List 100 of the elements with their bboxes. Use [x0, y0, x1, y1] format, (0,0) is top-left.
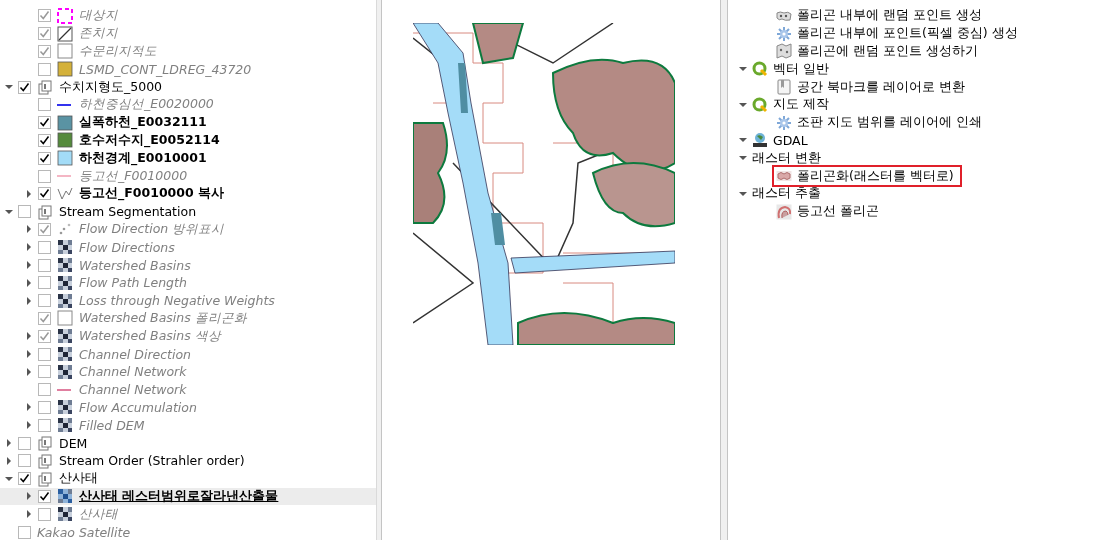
group-name[interactable]: 수치지형도_5000	[59, 78, 163, 96]
layer-name[interactable]: Channel Network	[79, 382, 187, 398]
raster-icon	[57, 257, 73, 274]
layer-name[interactable]: 하천경계_E0010001	[79, 149, 207, 167]
layer-checkbox[interactable]	[38, 365, 51, 379]
layer-name[interactable]: Channel Direction	[79, 346, 192, 362]
group-name[interactable]: Stream Order (Strahler order)	[59, 453, 245, 469]
expand-arrow-icon[interactable]	[24, 188, 34, 199]
layer-name[interactable]: Flow Directions	[79, 239, 175, 255]
expand-arrow-icon[interactable]	[24, 366, 34, 377]
layer-name[interactable]: Watershed Basins	[79, 257, 191, 273]
expand-arrow-icon[interactable]	[24, 331, 34, 342]
raster-icon	[57, 488, 73, 505]
layer-checkbox[interactable]	[38, 169, 51, 183]
layer-checkbox[interactable]	[38, 116, 51, 130]
layer-group-icon	[37, 470, 53, 487]
layer-checkbox[interactable]	[38, 489, 51, 503]
raster-icon	[57, 417, 73, 434]
layer-checkbox[interactable]	[18, 436, 31, 450]
layer-name[interactable]: Channel Network	[79, 364, 187, 380]
expand-arrow-icon[interactable]	[24, 509, 34, 520]
layer-checkbox[interactable]	[38, 418, 51, 432]
layer-checkbox[interactable]	[38, 276, 51, 290]
layer-name[interactable]: 등고선_F0010000	[79, 167, 188, 185]
layer-name[interactable]: 실폭하천_E0032111	[79, 114, 207, 132]
layer-name[interactable]: 산사태	[79, 505, 118, 523]
layer-checkbox[interactable]	[38, 133, 51, 147]
layer-name[interactable]: Kakao Satellite	[37, 524, 131, 540]
layer-name[interactable]: 수문리지적도	[79, 43, 157, 60]
provider-name[interactable]: 벡터 일반	[773, 60, 829, 78]
layer-name[interactable]: Watershed Basins 색상	[79, 327, 221, 345]
line-graph-icon	[57, 185, 73, 202]
layer-checkbox[interactable]	[38, 151, 51, 165]
layer-checkbox[interactable]	[38, 294, 51, 308]
expand-arrow-icon[interactable]	[24, 260, 34, 271]
layer-checkbox[interactable]	[38, 45, 51, 58]
layer-checkbox[interactable]	[38, 9, 51, 23]
layer-checkbox[interactable]	[38, 27, 51, 41]
empty-square-icon	[57, 310, 73, 327]
layer-group-icon	[37, 452, 53, 469]
provider-name[interactable]: 지도 제작	[773, 96, 829, 114]
raster-icon	[57, 346, 73, 363]
group-name[interactable]: Stream Segmentation	[59, 204, 197, 220]
raster-icon	[57, 399, 73, 416]
layer-checkbox[interactable]	[18, 525, 31, 539]
globe-icon	[752, 132, 768, 149]
expand-arrow-icon[interactable]	[24, 420, 34, 431]
polygon-points-icon	[776, 43, 792, 60]
layer-checkbox[interactable]	[18, 80, 31, 94]
layer-name[interactable]: Flow Accumulation	[79, 399, 197, 415]
group-name[interactable]: DEM	[59, 435, 88, 451]
layer-checkbox[interactable]	[18, 472, 31, 486]
layer-checkbox[interactable]	[38, 347, 51, 361]
toolbox-item[interactable]: 등고선 폴리곤	[772, 200, 887, 223]
expand-arrow-icon[interactable]	[4, 438, 14, 448]
layer-name[interactable]: Watershed Basins 폴리곤화	[79, 309, 247, 327]
toolbox-item[interactable]: 조판 지도 범위를 레이어에 인쇄	[772, 111, 990, 134]
expand-arrow-icon[interactable]	[4, 455, 14, 466]
bookmark-icon	[776, 79, 792, 96]
layer-name[interactable]: 대상지	[79, 7, 118, 25]
layer-name[interactable]: LSMD_CONT_LDREG_43720	[79, 61, 252, 77]
layer-checkbox[interactable]	[38, 329, 51, 343]
layer-checkbox[interactable]	[38, 98, 51, 112]
expand-arrow-icon[interactable]	[24, 491, 34, 502]
layer-checkbox[interactable]	[38, 311, 51, 325]
layer-name[interactable]: Flow Direction 방위표시	[79, 220, 225, 238]
expand-arrow-icon[interactable]	[24, 295, 34, 306]
expand-arrow-icon[interactable]	[24, 277, 34, 288]
layer-name[interactable]: 존치지	[79, 25, 118, 43]
layer-name[interactable]: Loss through Negative Weights	[79, 293, 275, 309]
provider-name[interactable]: GDAL	[773, 132, 808, 148]
layer-name[interactable]: 하천중심선_E0020000	[79, 96, 214, 114]
layer-name[interactable]: 호수저수지_E0052114	[79, 131, 220, 149]
layer-group-icon	[37, 203, 53, 220]
expand-arrow-icon[interactable]	[24, 349, 34, 360]
toolbox-item[interactable]: 폴리곤화(래스터를 벡터로)	[772, 165, 962, 187]
q-logo-icon	[752, 96, 768, 113]
expand-arrow-icon[interactable]	[24, 242, 34, 253]
layer-checkbox[interactable]	[38, 258, 51, 272]
group-name[interactable]: 산사태	[59, 470, 98, 488]
layer-checkbox[interactable]	[38, 187, 51, 201]
expand-arrow-icon[interactable]	[24, 402, 34, 413]
raster-icon	[57, 328, 73, 345]
layer-checkbox[interactable]	[38, 383, 51, 397]
layer-name[interactable]: Flow Path Length	[79, 275, 187, 291]
layer-checkbox[interactable]	[38, 62, 51, 76]
gear-icon	[776, 25, 792, 42]
layer-checkbox[interactable]	[38, 240, 51, 254]
layer-checkbox[interactable]	[38, 507, 51, 521]
layer-checkbox[interactable]	[38, 222, 51, 236]
toolbox-group[interactable]: 래스터 변환	[752, 149, 821, 167]
layer-checkbox[interactable]	[18, 454, 31, 468]
layer-name[interactable]: Filled DEM	[79, 417, 145, 433]
toolbox-group[interactable]: 래스터 추출	[752, 185, 821, 203]
contour-icon	[776, 203, 792, 220]
expand-arrow-icon[interactable]	[24, 224, 34, 235]
toolbox-item[interactable]: 공간 북마크를 레이어로 변환	[772, 76, 973, 98]
layer-checkbox[interactable]	[18, 205, 31, 219]
layer-name[interactable]: 등고선_F0010000 복사	[79, 185, 225, 203]
layer-checkbox[interactable]	[38, 400, 51, 414]
